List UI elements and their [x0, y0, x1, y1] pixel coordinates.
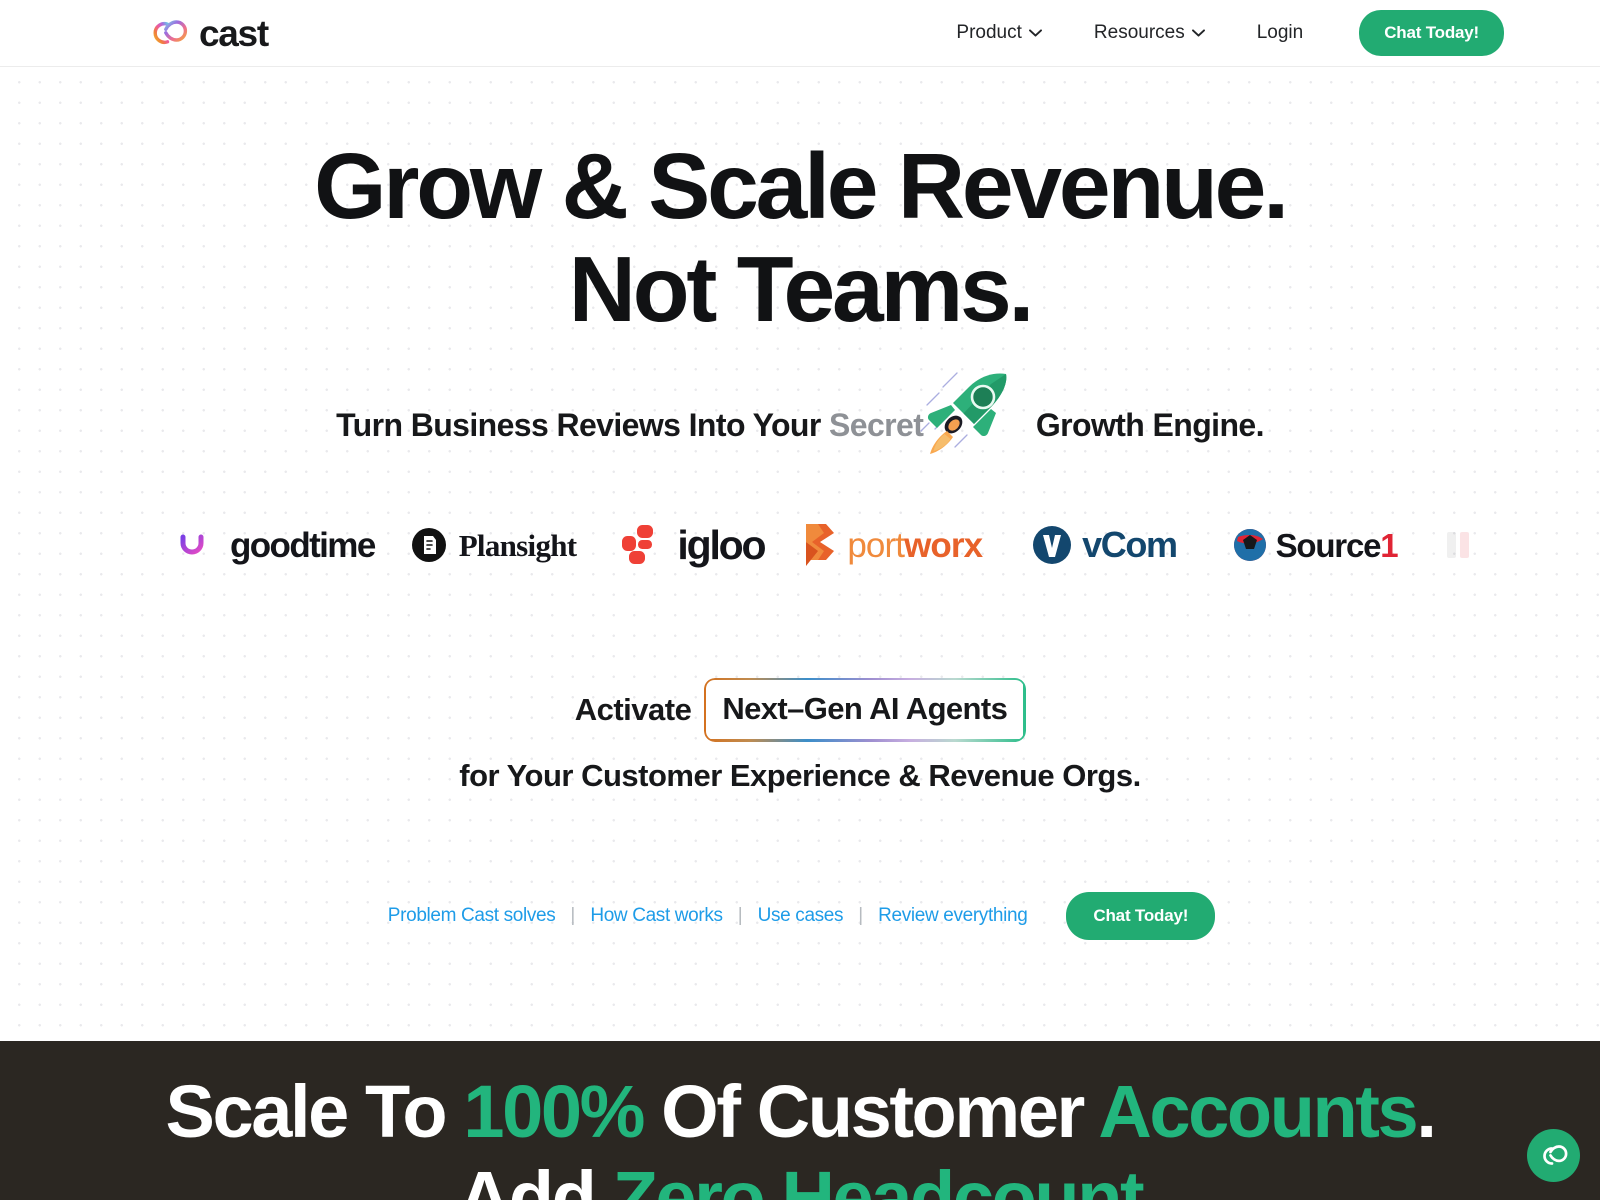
anchor-use-cases[interactable]: Use cases — [755, 905, 847, 927]
scale-percent: 100% — [463, 1070, 645, 1153]
igloo-wordmark: igloo — [677, 521, 766, 568]
scale-section-heading: Scale To 100% Of Customer Accounts. Add … — [0, 1041, 1600, 1200]
headline-line-2: Not Teams. — [568, 237, 1035, 342]
chat-widget-button[interactable] — [1527, 1129, 1580, 1182]
goodtime-mark-icon — [180, 534, 204, 555]
anchor-separator: | — [570, 905, 576, 927]
scale-line2-a: Add — [457, 1155, 613, 1200]
cast-loop-logo-icon — [153, 20, 188, 44]
logo-igloo: igloo — [620, 521, 767, 568]
subhead-text-muted: Secret — [829, 407, 924, 444]
plansight-wordmark: Plansight — [458, 527, 577, 563]
activate-line-1: Activate Next–Gen AI Agents — [0, 678, 1600, 741]
scale-text-b: Of Customer — [643, 1070, 1099, 1153]
partial-logo-icon — [1447, 532, 1470, 559]
hero-anchor-links: Problem Cast solves | How Cast works | U… — [0, 892, 1600, 941]
logo-portworx: portworx — [802, 522, 983, 568]
headline-line-1: Grow & Scale Revenue. — [314, 134, 1289, 238]
plansight-mark-icon — [411, 528, 446, 563]
cast-chat-bubble-icon — [1542, 1144, 1567, 1165]
scale-accounts-accent: Accounts — [1098, 1070, 1418, 1153]
nav-item-resources-label: Resources — [1093, 22, 1185, 43]
activate-line-2: for Your Customer Experience & Revenue O… — [459, 758, 1141, 794]
brand-logo-link[interactable]: cast — [152, 12, 269, 54]
logo-vcom: vCom — [1032, 524, 1178, 566]
activate-prefix-label: Activate — [574, 691, 692, 727]
source1-wordmark: Source1 — [1275, 526, 1399, 564]
hero-section: Grow & Scale Revenue. Not Teams. Turn Bu… — [0, 67, 1600, 1041]
brand-wordmark: cast — [199, 12, 269, 54]
portworx-wordmark: portworx — [847, 525, 983, 565]
subhead-text-before: Turn Business Reviews Into Your — [336, 407, 821, 444]
main-navigation: Product Resources Login Chat Today! — [930, 10, 1504, 56]
vcom-wordmark: vCom — [1082, 524, 1178, 566]
anchor-separator: | — [737, 905, 743, 927]
nav-item-product[interactable]: Product — [930, 22, 1067, 44]
igloo-mark-icon — [622, 525, 654, 565]
source1-mark-icon — [1233, 529, 1266, 562]
chevron-down-icon — [1028, 29, 1042, 37]
logo-plansight: Plansight — [411, 527, 577, 563]
scale-text-a: Scale To — [165, 1070, 464, 1153]
activate-block: Activate Next–Gen AI Agents for Your Cus… — [0, 678, 1600, 794]
header-chat-today-button[interactable]: Chat Today! — [1359, 10, 1504, 56]
logo-carousel-next-partial — [1445, 528, 1471, 562]
customer-logo-strip: goodtime Plansight igloo portworx vCom S… — [0, 512, 1600, 578]
anchor-how-cast-works[interactable]: How Cast works — [587, 905, 725, 927]
goodtime-wordmark: goodtime — [230, 525, 376, 565]
anchor-review-everything[interactable]: Review everything — [875, 905, 1030, 927]
vcom-mark-icon — [1033, 526, 1072, 565]
nav-item-product-label: Product — [956, 22, 1022, 43]
hero-chat-today-button[interactable]: Chat Today! — [1066, 892, 1216, 941]
scale-line2-accent: Zero Headcount — [612, 1155, 1145, 1200]
scale-text-end: . — [1416, 1070, 1437, 1153]
anchor-separator: | — [858, 905, 864, 927]
site-header: cast Product Resources Login Chat Today! — [0, 0, 1600, 67]
rocket-icon — [920, 372, 1007, 455]
logo-source1: Source1 — [1233, 526, 1399, 564]
portworx-mark-icon — [806, 524, 835, 567]
next-gen-ai-agents-pill: Next–Gen AI Agents — [704, 678, 1025, 741]
chevron-down-icon — [1191, 29, 1205, 37]
page-title: Grow & Scale Revenue. Not Teams. — [0, 67, 1600, 341]
scale-section: Scale To 100% Of Customer Accounts. Add … — [0, 1041, 1600, 1200]
anchor-problem-cast-solves[interactable]: Problem Cast solves — [385, 905, 559, 927]
nav-item-login-label: Login — [1256, 22, 1304, 43]
nav-item-login[interactable]: Login — [1231, 22, 1330, 44]
logo-goodtime: goodtime — [178, 525, 376, 565]
subhead-text-after: Growth Engine. — [1035, 407, 1265, 444]
hero-subheadline: Turn Business Reviews Into Your Secret G… — [0, 372, 1600, 455]
nav-item-resources[interactable]: Resources — [1068, 22, 1231, 44]
